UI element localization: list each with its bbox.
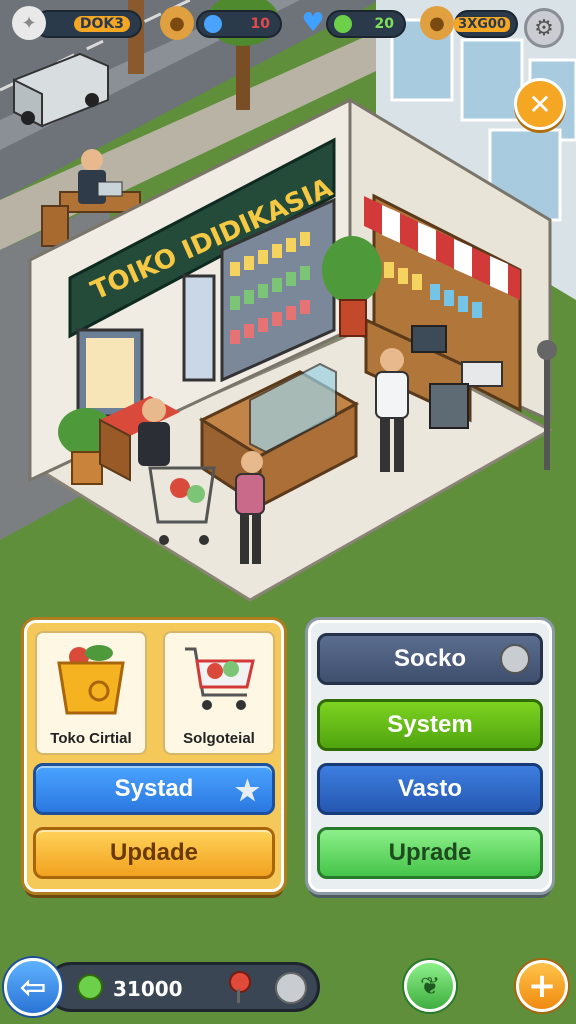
system-button[interactable]: System	[317, 699, 543, 751]
wrench-icon	[500, 644, 530, 674]
resource-counter-1: DOK3	[34, 10, 142, 38]
resource-counter-3-value: 20	[374, 16, 394, 32]
heart-icon: ♥	[301, 8, 325, 38]
updade-button-label: Updade	[109, 839, 198, 866]
updade-button[interactable]: Updade	[33, 827, 275, 879]
smiley-icon	[334, 15, 352, 33]
left-panel: Toko Cirtial Solgoteial Systad ★ Updade	[24, 620, 284, 892]
resource-counter-2: 10	[196, 10, 282, 38]
resource-counter-4-value: 3XG00	[454, 16, 510, 32]
basket-icon	[57, 645, 125, 715]
systad-button[interactable]: Systad ★	[33, 763, 275, 815]
vasto-button[interactable]: Vasto	[317, 763, 543, 815]
uprade-button-label: Uprade	[388, 839, 472, 866]
gem-icon	[204, 15, 222, 33]
resource-counter-3: 20	[326, 10, 406, 38]
card-toko-cirtial-label: Toko Cirtial	[50, 730, 132, 747]
leaf-shop-button[interactable]: ❦	[404, 960, 456, 1012]
cookie-icon-3: ●	[420, 6, 454, 40]
gem-icon	[77, 974, 103, 1000]
settings-gear-icon[interactable]: ⚙	[524, 8, 564, 48]
pin-icon-stem	[237, 989, 240, 1003]
card-solgoteial[interactable]: Solgoteial	[163, 631, 275, 755]
socko-button[interactable]: Socko	[317, 633, 543, 685]
uprade-button[interactable]: Uprade	[317, 827, 543, 879]
resource-counter-4: 3XG00	[454, 10, 518, 38]
resource-counter-1-value: DOK3	[73, 16, 130, 32]
leaf-icon: ❦	[419, 972, 441, 1000]
system-button-label: System	[387, 711, 473, 738]
add-button[interactable]: +	[516, 960, 568, 1012]
card-toko-cirtial[interactable]: Toko Cirtial	[35, 631, 147, 755]
pin-icon[interactable]	[229, 971, 251, 993]
info-icon[interactable]	[275, 972, 307, 1004]
right-panel: Socko System Vasto Uprade	[308, 620, 552, 892]
close-button[interactable]: ✕	[514, 78, 566, 130]
card-solgoteial-label: Solgoteial	[183, 730, 255, 747]
back-button[interactable]: ⇦	[4, 958, 62, 1016]
systad-button-label: Systad	[114, 775, 194, 802]
vasto-button-label: Vasto	[397, 775, 463, 802]
coin-value: 31000	[113, 977, 183, 1001]
star-icon: ★	[234, 775, 260, 806]
cookie-icon: ✦	[12, 6, 46, 40]
shopping-cart-icon	[185, 647, 255, 710]
socko-button-label: Socko	[393, 645, 467, 672]
resource-counter-2-value: 10	[250, 16, 270, 32]
coin-bar: 31000	[46, 962, 320, 1012]
cookie-icon-2: ●	[160, 6, 194, 40]
